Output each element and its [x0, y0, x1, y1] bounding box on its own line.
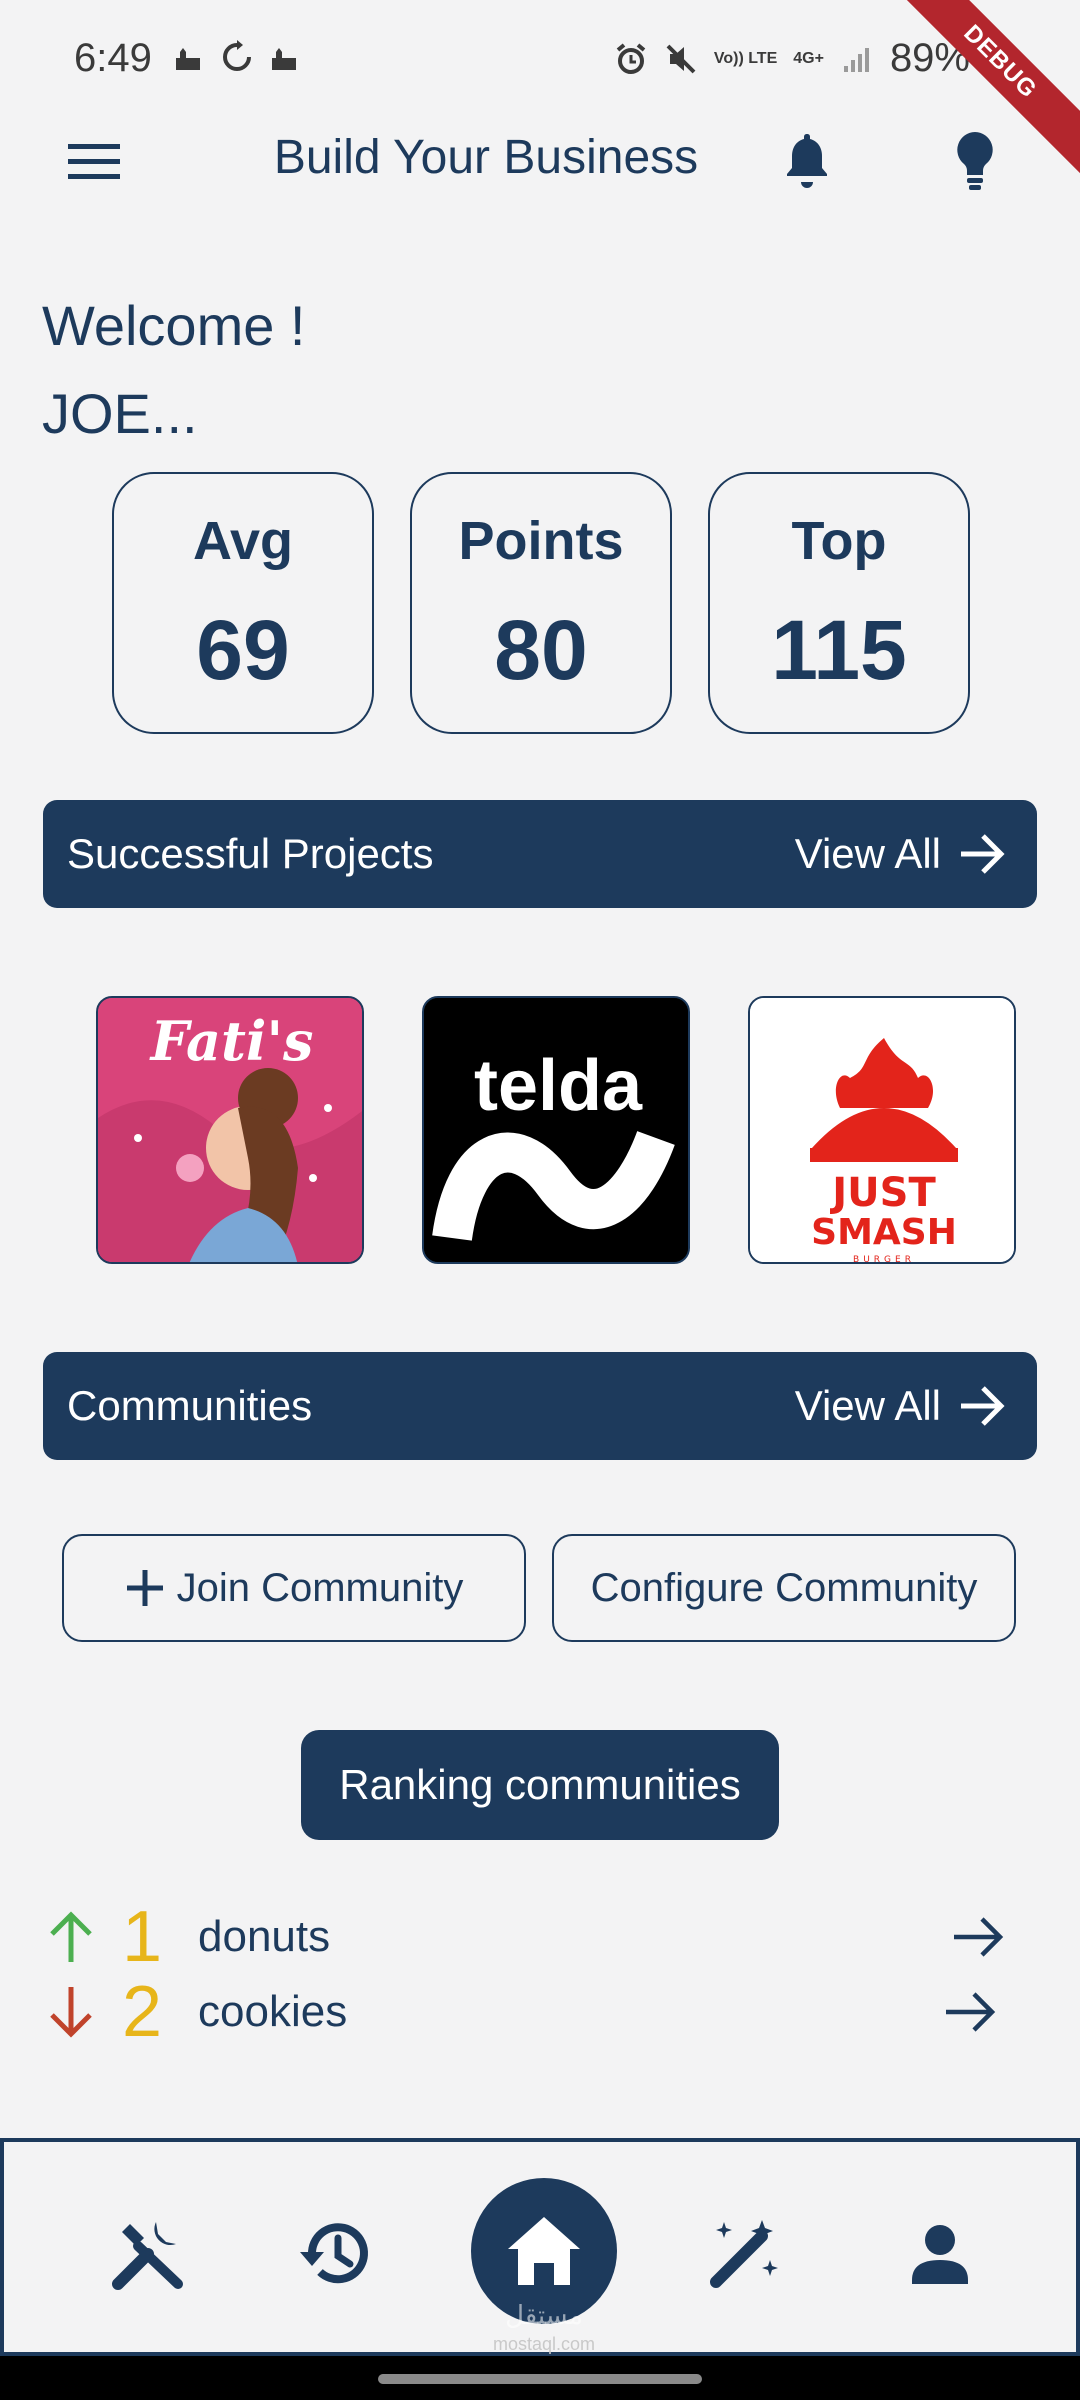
- magic-wand-icon[interactable]: [704, 2214, 784, 2294]
- tools-icon[interactable]: [108, 2214, 188, 2294]
- person-icon[interactable]: [900, 2214, 980, 2294]
- alarm-icon: [616, 42, 646, 74]
- welcome-greeting: Welcome !: [42, 294, 306, 357]
- volte-icon: Vo)) LTE: [713, 49, 778, 67]
- rank-number: 1: [121, 1897, 163, 1977]
- status-bar: 6:49 Vo)) LTE 4G+ 89%: [0, 0, 1080, 120]
- stat-label: Points: [458, 511, 624, 571]
- stat-card-points: Points 80: [410, 472, 672, 734]
- trend-up-icon: [50, 1911, 92, 1962]
- watermark-arabic: مستقل: [505, 2300, 583, 2330]
- communities-view-all-button[interactable]: View All: [795, 1382, 1007, 1430]
- just-smash-line1: JUST: [829, 1170, 936, 1216]
- home-icon: [508, 2217, 580, 2285]
- mute-icon: [666, 44, 696, 73]
- arrow-right-icon[interactable]: [952, 1915, 1006, 1959]
- mosque-icon: [176, 48, 200, 70]
- bell-icon[interactable]: [782, 130, 832, 190]
- arrow-right-icon[interactable]: [944, 1990, 998, 2034]
- communities-header: Communities View All: [43, 1352, 1037, 1460]
- home-indicator[interactable]: [378, 2374, 702, 2384]
- view-all-label: View All: [794, 830, 941, 877]
- stat-value: 115: [771, 603, 907, 697]
- join-community-label: Join Community: [176, 1565, 464, 1610]
- project-fatis[interactable]: Fati's: [96, 996, 364, 1264]
- fatis-wordmark: Fati's: [149, 1009, 314, 1073]
- project-just-smash[interactable]: JUST SMASH BURGER: [748, 996, 1016, 1264]
- arrow-right-icon: [961, 834, 1005, 874]
- sync-icon: [223, 40, 251, 71]
- community-name: donuts: [198, 1912, 331, 1961]
- just-smash-line3: BURGER: [853, 1255, 915, 1264]
- stat-card-avg: Avg 69: [112, 472, 374, 734]
- community-name: cookies: [198, 1987, 348, 2036]
- history-icon[interactable]: [296, 2214, 376, 2294]
- welcome-text: Welcome ! JOE...: [42, 282, 305, 458]
- ranking-communities-button[interactable]: Ranking communities: [301, 1730, 779, 1840]
- just-smash-line2: SMASH: [811, 1212, 957, 1253]
- system-navigation-bar: [0, 2356, 1080, 2400]
- stats-row: Avg 69 Points 80 Top 115: [112, 472, 970, 734]
- stat-label: Top: [791, 511, 887, 571]
- mosque-icon: [272, 48, 296, 70]
- network-4g-icon: 4G+: [793, 49, 824, 67]
- join-community-button[interactable]: Join Community: [62, 1534, 526, 1642]
- communities-title: Communities: [67, 1382, 313, 1429]
- project-telda[interactable]: telda: [422, 996, 690, 1264]
- stat-value: 80: [494, 603, 588, 697]
- projects-view-all-button[interactable]: View All: [795, 830, 1007, 878]
- configure-community-label: Configure Community: [590, 1565, 978, 1610]
- arrow-right-icon: [961, 1386, 1005, 1426]
- just-smash-logo: JUST SMASH BURGER: [750, 998, 1014, 1264]
- signal-icon: [843, 47, 869, 72]
- stat-value: 69: [196, 603, 290, 697]
- watermark-english: mostaql.com: [492, 2334, 596, 2354]
- configure-community-button[interactable]: Configure Community: [552, 1534, 1016, 1642]
- projects-list: Fati's telda JUST SMASH BURGER: [96, 996, 1016, 1264]
- telda-wordmark: telda: [474, 1046, 643, 1126]
- app-bar: Build Your Business: [0, 120, 1080, 200]
- projects-header: Successful Projects View All: [43, 800, 1037, 908]
- rank-number: 2: [121, 1972, 163, 2052]
- lightbulb-icon[interactable]: [950, 128, 1000, 192]
- stat-label: Avg: [192, 511, 293, 571]
- projects-title: Successful Projects: [67, 830, 434, 877]
- bottom-navigation: مستقل mostaql.com: [0, 2138, 1080, 2356]
- status-time: 6:49: [74, 36, 152, 80]
- view-all-label: View All: [794, 1382, 941, 1429]
- fatis-logo: Fati's: [98, 998, 362, 1262]
- plus-icon: [126, 1570, 163, 1606]
- telda-logo: telda: [424, 998, 688, 1262]
- status-left-icons: [172, 40, 302, 74]
- trend-down-icon: [50, 1987, 92, 2038]
- ranking-communities-label: Ranking communities: [339, 1761, 741, 1808]
- stat-card-top: Top 115: [708, 472, 970, 734]
- welcome-username: JOE...: [42, 382, 198, 445]
- list-item[interactable]: 2 cookies: [46, 1972, 1006, 2052]
- list-item[interactable]: 1 donuts: [46, 1897, 1006, 1977]
